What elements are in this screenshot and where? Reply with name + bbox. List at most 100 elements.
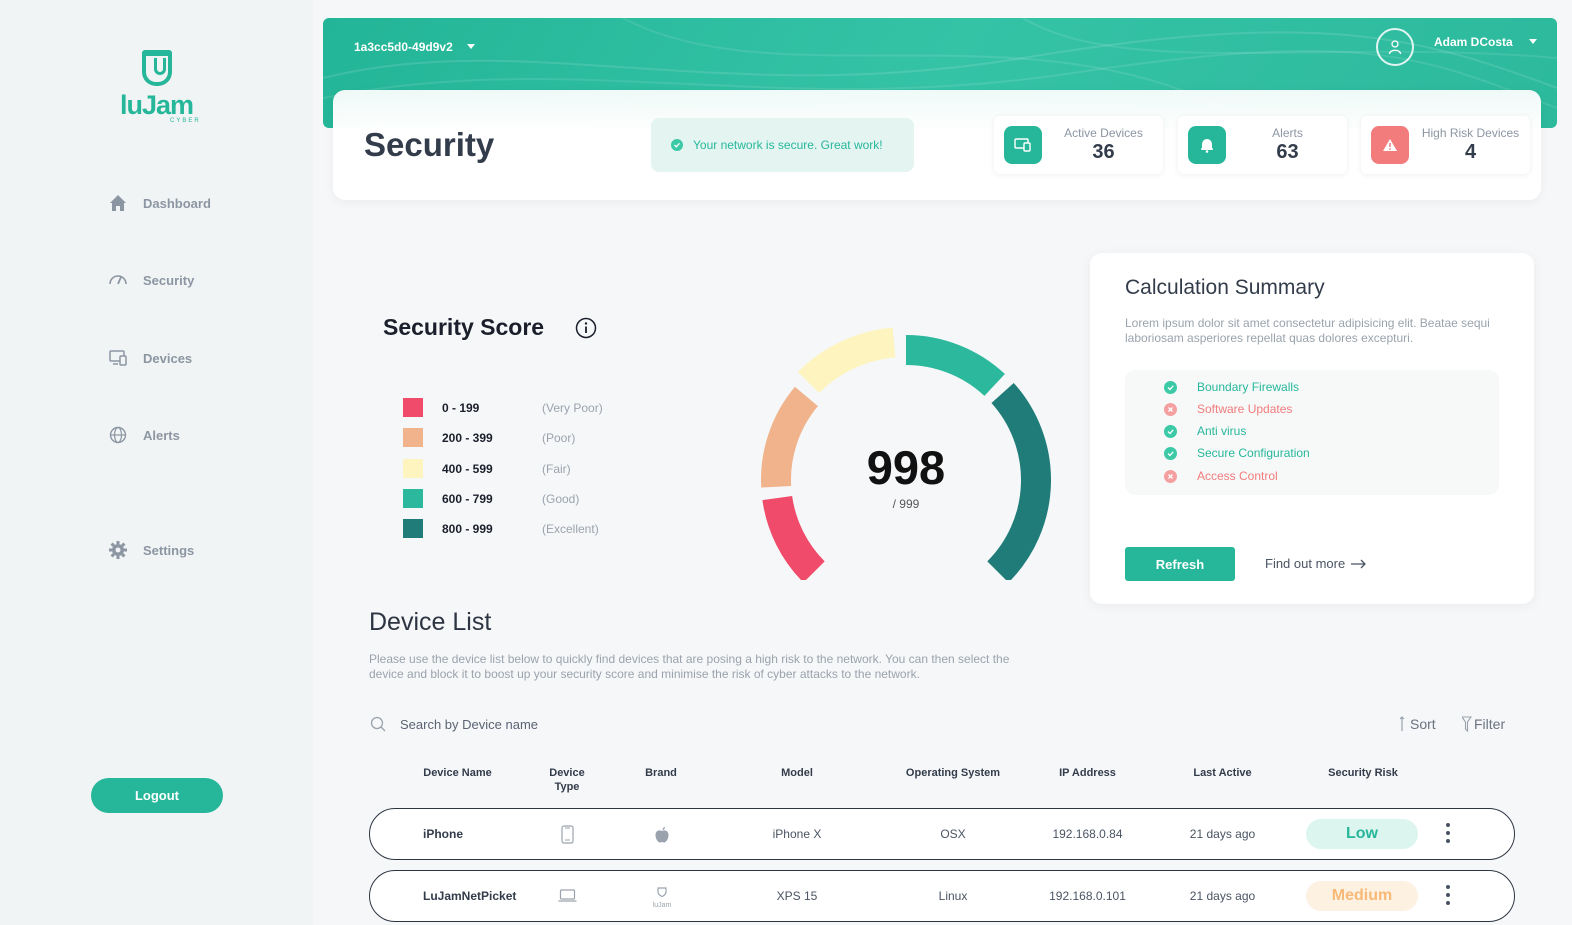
legend-label: (Good) bbox=[542, 491, 580, 506]
column-header-security-risk[interactable]: Security Risk bbox=[1310, 766, 1416, 780]
check-circle-icon bbox=[1164, 446, 1177, 460]
column-header-operating-system[interactable]: Operating System bbox=[893, 766, 1013, 780]
stat-high-risk-devices[interactable]: High Risk Devices 4 bbox=[1361, 116, 1530, 174]
refresh-button[interactable]: Refresh bbox=[1125, 547, 1235, 581]
sort-button[interactable]: Sort bbox=[1400, 716, 1436, 732]
warning-icon bbox=[1371, 126, 1409, 164]
arrow-right-icon bbox=[1351, 559, 1367, 568]
sidebar-item-settings[interactable]: Settings bbox=[108, 540, 194, 560]
check-item: Software Updates bbox=[1164, 402, 1292, 416]
legend-label: (Poor) bbox=[542, 430, 576, 445]
legend-swatch bbox=[403, 398, 423, 417]
x-circle-icon bbox=[1164, 469, 1177, 483]
score-max: / 999 bbox=[892, 497, 920, 511]
legend-range: 800 - 999 bbox=[442, 521, 493, 536]
chevron-down-icon bbox=[466, 44, 475, 49]
stat-label: Active Devices bbox=[1064, 126, 1143, 140]
security-score-title: Security Score bbox=[383, 314, 545, 340]
legend-row: 800 - 999 (Excellent) bbox=[403, 519, 599, 538]
stat-label: High Risk Devices bbox=[1421, 126, 1520, 140]
brand-text: luJam bbox=[652, 902, 672, 909]
phone-icon bbox=[561, 825, 574, 844]
network-id: 1a3cc5d0-49d9v2 bbox=[354, 40, 453, 54]
column-header-last-active[interactable]: Last Active bbox=[1175, 766, 1270, 780]
header-card bbox=[333, 90, 1541, 200]
calculation-summary-title: Calculation Summary bbox=[1125, 276, 1325, 299]
search-icon bbox=[370, 716, 386, 732]
calculation-summary-description: Lorem ipsum dolor sit amet consectetur a… bbox=[1125, 316, 1490, 345]
info-icon[interactable] bbox=[575, 317, 597, 339]
shield-logo-icon bbox=[142, 50, 172, 86]
network-selector[interactable]: 1a3cc5d0-49d9v2 bbox=[354, 40, 475, 54]
check-item: Boundary Firewalls bbox=[1164, 380, 1299, 394]
gauge-segment bbox=[797, 327, 896, 394]
sidebar-item-label: Dashboard bbox=[143, 195, 211, 211]
stat-active-devices[interactable]: Active Devices 36 bbox=[994, 116, 1163, 174]
lujam-icon: luJam bbox=[649, 884, 675, 909]
score-value: 998 bbox=[866, 441, 946, 494]
user-menu[interactable]: Adam DCosta bbox=[1434, 35, 1537, 49]
sidebar-item-label: Security bbox=[143, 272, 195, 288]
laptop-icon bbox=[558, 889, 577, 902]
home-icon bbox=[108, 193, 128, 213]
find-out-more-label: Find out more bbox=[1265, 556, 1346, 571]
legend-row: 200 - 399 (Poor) bbox=[403, 428, 575, 447]
risk-badge: Medium bbox=[1306, 881, 1418, 911]
column-header-device-name[interactable]: Device Name bbox=[405, 766, 510, 780]
search-input[interactable] bbox=[400, 710, 1000, 738]
check-label: Anti virus bbox=[1197, 424, 1247, 438]
check-circle-icon bbox=[671, 139, 683, 151]
devices-icon bbox=[108, 348, 128, 368]
logo-text: luJam bbox=[120, 90, 194, 120]
legend-range: 0 - 199 bbox=[442, 400, 480, 415]
device-list-title: Device List bbox=[369, 608, 492, 636]
device-os: OSX bbox=[940, 827, 966, 841]
device-last-active: 21 days ago bbox=[1189, 889, 1256, 903]
device-ip: 192.168.0.101 bbox=[1049, 889, 1126, 903]
sidebar-item-security[interactable]: Security bbox=[108, 270, 194, 290]
logo-subtext: CYBER bbox=[170, 118, 201, 124]
sidebar-item-label: Alerts bbox=[143, 427, 180, 443]
user-icon bbox=[1388, 40, 1402, 55]
row-menu-icon[interactable] bbox=[1443, 885, 1453, 905]
sidebar-item-alerts[interactable]: Alerts bbox=[108, 425, 180, 445]
check-label: Boundary Firewalls bbox=[1197, 380, 1300, 394]
column-header-device-type[interactable]: Device Type bbox=[540, 766, 594, 794]
column-header-ip-address[interactable]: IP Address bbox=[1040, 766, 1135, 780]
legend-row: 400 - 599 (Fair) bbox=[403, 459, 571, 478]
globe-icon bbox=[108, 425, 128, 445]
legend-label: (Excellent) bbox=[542, 521, 599, 536]
legend-row: 600 - 799 (Good) bbox=[403, 489, 579, 508]
check-label: Secure Configuration bbox=[1197, 446, 1310, 460]
x-circle-icon bbox=[1164, 402, 1177, 416]
check-circle-icon bbox=[1164, 380, 1177, 394]
legend-range: 400 - 599 bbox=[442, 461, 493, 476]
sort-icon bbox=[1400, 716, 1405, 731]
sidebar-item-dashboard[interactable]: Dashboard bbox=[108, 193, 211, 213]
gear-icon bbox=[108, 540, 128, 560]
legend-row: 0 - 199 (Very Poor) bbox=[403, 398, 603, 417]
user-avatar[interactable] bbox=[1376, 28, 1414, 66]
column-header-model[interactable]: Model bbox=[750, 766, 844, 780]
column-header-brand[interactable]: Brand bbox=[625, 766, 697, 780]
device-list-description: Please use the device list below to quic… bbox=[369, 652, 1010, 681]
stat-value: 4 bbox=[1464, 141, 1477, 163]
stat-label: Alerts bbox=[1272, 126, 1303, 140]
find-out-more-link[interactable]: Find out more bbox=[1265, 556, 1367, 571]
stat-alerts[interactable]: Alerts 63 bbox=[1178, 116, 1347, 174]
filter-button[interactable]: Filter bbox=[1462, 716, 1505, 732]
page-title: Security bbox=[364, 126, 495, 163]
check-item: Access Control bbox=[1164, 469, 1278, 483]
sidebar-item-label: Devices bbox=[143, 350, 193, 366]
sidebar-item-devices[interactable]: Devices bbox=[108, 348, 192, 368]
gauge-icon bbox=[108, 270, 128, 290]
chevron-down-icon bbox=[1528, 39, 1537, 44]
row-menu-icon[interactable] bbox=[1443, 823, 1453, 843]
status-banner: Your network is secure. Great work! bbox=[651, 118, 914, 172]
device-model: iPhone X bbox=[772, 827, 822, 841]
logout-button[interactable]: Logout bbox=[91, 778, 223, 813]
stat-value: 36 bbox=[1092, 141, 1115, 163]
lujam-logo[interactable]: luJam CYBER bbox=[118, 50, 201, 130]
devices-icon bbox=[1004, 126, 1042, 164]
legend-label: (Fair) bbox=[542, 461, 571, 476]
